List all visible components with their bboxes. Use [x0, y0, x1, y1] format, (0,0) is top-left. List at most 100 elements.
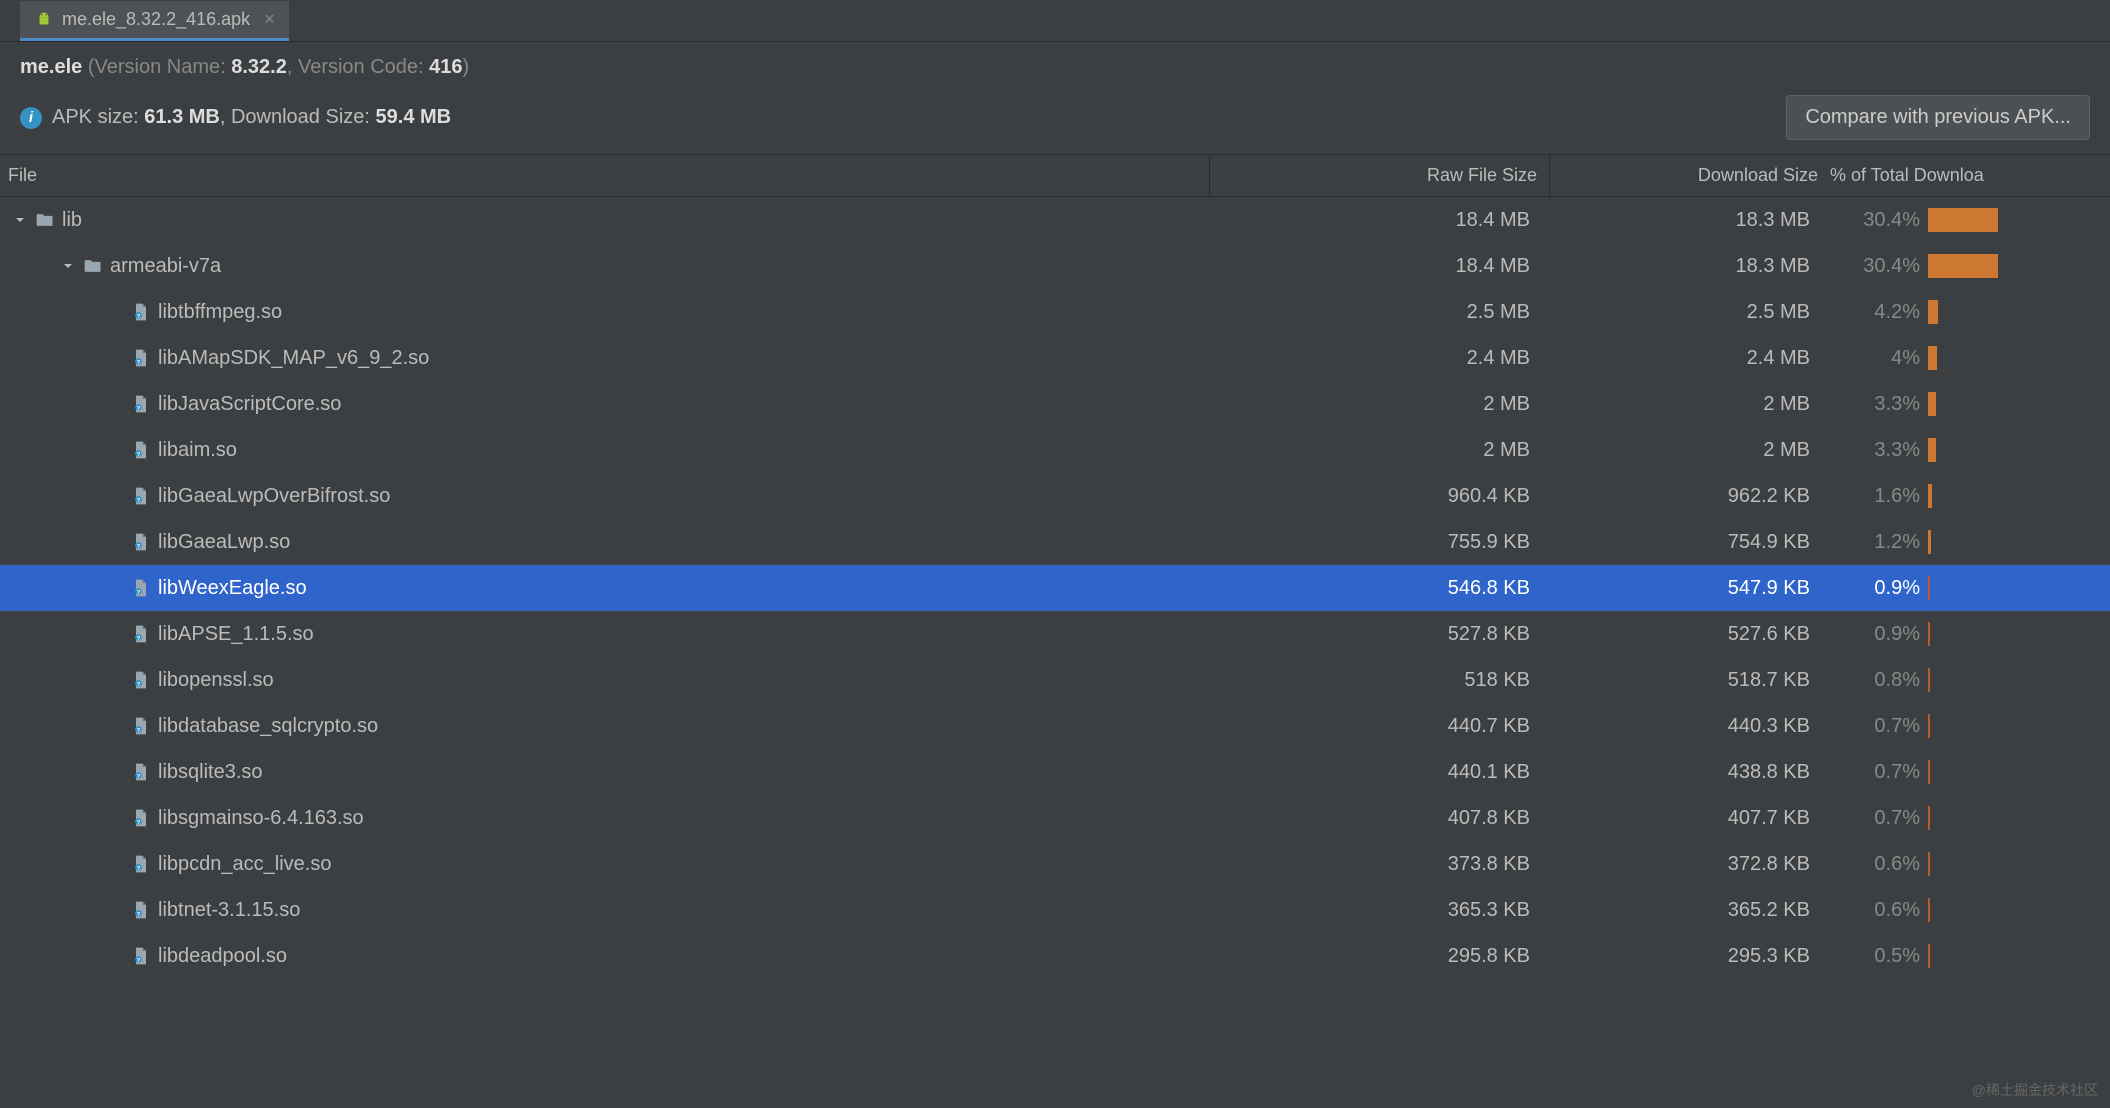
- cell-file: ?libaim.so: [0, 439, 1210, 462]
- watermark: @稀土掘金技术社区: [1972, 1080, 2098, 1100]
- table-row[interactable]: ?libopenssl.so518 KB518.7 KB0.8%: [0, 657, 2110, 703]
- table-row[interactable]: ?libAPSE_1.1.5.so527.8 KB527.6 KB0.9%: [0, 611, 2110, 657]
- percent-bar: [1928, 668, 2078, 692]
- tab-apk[interactable]: me.ele_8.32.2_416.apk ×: [20, 1, 289, 41]
- percent-text: 3.3%: [1830, 393, 1920, 416]
- table-row[interactable]: ?libWeexEagle.so546.8 KB547.9 KB0.9%: [0, 565, 2110, 611]
- column-percent[interactable]: % of Total Downloa: [1830, 155, 2110, 196]
- tab-label: me.ele_8.32.2_416.apk: [62, 9, 250, 30]
- close-icon[interactable]: ×: [264, 9, 275, 30]
- table-row[interactable]: ?libsqlite3.so440.1 KB438.8 KB0.7%: [0, 749, 2110, 795]
- svg-text:?: ?: [137, 912, 141, 918]
- cell-download-size: 440.3 KB: [1550, 715, 1830, 738]
- chevron-down-icon[interactable]: [60, 258, 76, 274]
- column-file[interactable]: File: [0, 155, 1210, 196]
- table-row[interactable]: ?libpcdn_acc_live.so373.8 KB372.8 KB0.6%: [0, 841, 2110, 887]
- file-icon: ?: [130, 393, 152, 415]
- cell-raw-size: 755.9 KB: [1210, 531, 1550, 554]
- percent-text: 0.8%: [1830, 669, 1920, 692]
- file-icon: ?: [130, 439, 152, 461]
- table-row[interactable]: ?libGaeaLwpOverBifrost.so960.4 KB962.2 K…: [0, 473, 2110, 519]
- file-icon: ?: [130, 853, 152, 875]
- cell-file: ?libJavaScriptCore.so: [0, 393, 1210, 416]
- file-name: libdeadpool.so: [158, 945, 287, 968]
- version-name-label: Version Name:: [95, 56, 226, 78]
- file-name: libopenssl.so: [158, 669, 274, 692]
- cell-raw-size: 2 MB: [1210, 393, 1550, 416]
- table-row[interactable]: ?libdeadpool.so295.8 KB295.3 KB0.5%: [0, 933, 2110, 979]
- percent-bar: [1928, 576, 2078, 600]
- cell-raw-size: 18.4 MB: [1210, 209, 1550, 232]
- cell-download-size: 2.4 MB: [1550, 347, 1830, 370]
- percent-text: 0.6%: [1830, 853, 1920, 876]
- cell-download-size: 754.9 KB: [1550, 531, 1830, 554]
- cell-file: ?libdeadpool.so: [0, 945, 1210, 968]
- svg-text:?: ?: [137, 590, 141, 596]
- cell-file: ?libGaeaLwpOverBifrost.so: [0, 485, 1210, 508]
- table-row[interactable]: ?libAMapSDK_MAP_v6_9_2.so2.4 MB2.4 MB4%: [0, 335, 2110, 381]
- percent-text: 0.7%: [1830, 761, 1920, 784]
- cell-download-size: 527.6 KB: [1550, 623, 1830, 646]
- svg-text:?: ?: [137, 544, 141, 550]
- cell-download-size: 18.3 MB: [1550, 209, 1830, 232]
- cell-raw-size: 18.4 MB: [1210, 255, 1550, 278]
- apk-info-bar: me.ele (Version Name: 8.32.2, Version Co…: [0, 42, 2110, 87]
- cell-download-size: 372.8 KB: [1550, 853, 1830, 876]
- file-tree-body: lib18.4 MB18.3 MB30.4%armeabi-v7a18.4 MB…: [0, 197, 2110, 979]
- table-row[interactable]: ?libtbffmpeg.so2.5 MB2.5 MB4.2%: [0, 289, 2110, 335]
- compare-previous-apk-button[interactable]: Compare with previous APK...: [1786, 95, 2090, 140]
- column-raw-size[interactable]: Raw File Size: [1210, 155, 1550, 196]
- cell-download-size: 295.3 KB: [1550, 945, 1830, 968]
- percent-text: 0.7%: [1830, 807, 1920, 830]
- cell-file: ?libtnet-3.1.15.so: [0, 899, 1210, 922]
- cell-raw-size: 527.8 KB: [1210, 623, 1550, 646]
- percent-bar: [1928, 852, 2078, 876]
- table-row[interactable]: ?libtnet-3.1.15.so365.3 KB365.2 KB0.6%: [0, 887, 2110, 933]
- svg-text:?: ?: [137, 360, 141, 366]
- svg-text:?: ?: [137, 406, 141, 412]
- file-icon: ?: [130, 531, 152, 553]
- percent-text: 0.5%: [1830, 945, 1920, 968]
- chevron-down-icon[interactable]: [12, 212, 28, 228]
- svg-text:?: ?: [137, 636, 141, 642]
- table-row[interactable]: ?libGaeaLwp.so755.9 KB754.9 KB1.2%: [0, 519, 2110, 565]
- table-row[interactable]: lib18.4 MB18.3 MB30.4%: [0, 197, 2110, 243]
- percent-bar: [1928, 898, 2078, 922]
- cell-raw-size: 407.8 KB: [1210, 807, 1550, 830]
- cell-download-size: 438.8 KB: [1550, 761, 1830, 784]
- percent-bar: [1928, 944, 2078, 968]
- percent-bar: [1928, 392, 2078, 416]
- file-name: libGaeaLwp.so: [158, 531, 290, 554]
- file-icon: ?: [130, 301, 152, 323]
- file-name: libtbffmpeg.so: [158, 301, 282, 324]
- column-download-size[interactable]: Download Size: [1550, 155, 1830, 196]
- cell-file: ?libAMapSDK_MAP_v6_9_2.so: [0, 347, 1210, 370]
- table-row[interactable]: ?libJavaScriptCore.so2 MB2 MB3.3%: [0, 381, 2110, 427]
- download-size-value: 59.4 MB: [376, 106, 452, 128]
- size-text: i APK size: 61.3 MB, Download Size: 59.4…: [20, 106, 451, 129]
- cell-raw-size: 2 MB: [1210, 439, 1550, 462]
- svg-text:?: ?: [137, 820, 141, 826]
- cell-download-size: 962.2 KB: [1550, 485, 1830, 508]
- version-code-label: Version Code:: [298, 56, 424, 78]
- cell-file: ? libGaeaLwp.so: [0, 531, 1210, 554]
- cell-download-size: 2 MB: [1550, 393, 1830, 416]
- percent-bar: [1928, 714, 2078, 738]
- svg-text:?: ?: [137, 682, 141, 688]
- folder-icon: [34, 209, 56, 231]
- cell-raw-size: 518 KB: [1210, 669, 1550, 692]
- table-row[interactable]: ?libdatabase_sqlcrypto.so440.7 KB440.3 K…: [0, 703, 2110, 749]
- apk-size-value: 61.3 MB: [144, 106, 220, 128]
- percent-text: 1.6%: [1830, 485, 1920, 508]
- cell-download-size: 365.2 KB: [1550, 899, 1830, 922]
- percent-bar: [1928, 530, 2078, 554]
- cell-file: ? libtbffmpeg.so: [0, 301, 1210, 324]
- table-row[interactable]: ?libsgmainso-6.4.163.so407.8 KB407.7 KB0…: [0, 795, 2110, 841]
- cell-download-size: 407.7 KB: [1550, 807, 1830, 830]
- table-row[interactable]: armeabi-v7a18.4 MB18.3 MB30.4%: [0, 243, 2110, 289]
- cell-download-size: 547.9 KB: [1550, 577, 1830, 600]
- size-row: i APK size: 61.3 MB, Download Size: 59.4…: [0, 87, 2110, 154]
- percent-bar: [1928, 760, 2078, 784]
- table-row[interactable]: ?libaim.so2 MB2 MB3.3%: [0, 427, 2110, 473]
- cell-file: ?libpcdn_acc_live.so: [0, 853, 1210, 876]
